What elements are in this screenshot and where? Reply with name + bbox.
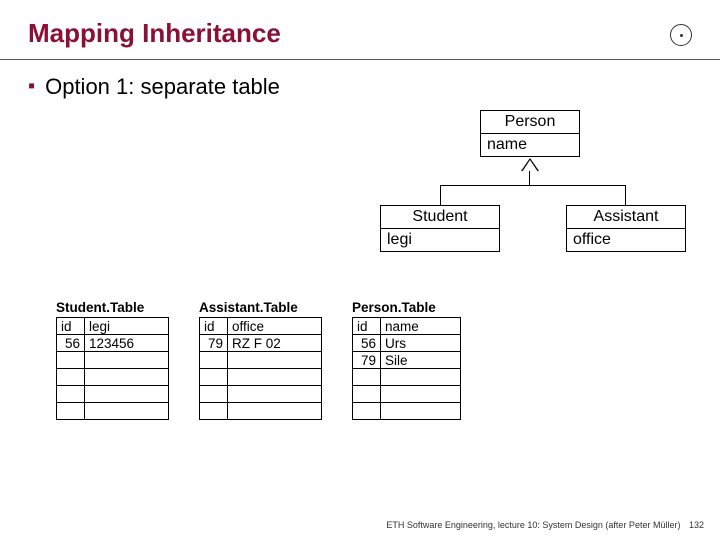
table-row — [200, 386, 322, 403]
slide-footer: ETH Software Engineering, lecture 10: Sy… — [386, 520, 704, 530]
slide-logo-icon — [670, 24, 692, 46]
uml-class-person: Person name — [480, 110, 580, 157]
table-header: name — [381, 318, 461, 335]
uml-assistant-attr: office — [567, 229, 685, 251]
student-table-grid: idlegi56123456 — [56, 317, 169, 420]
table-row: 56Urs — [353, 335, 461, 352]
person-table: Person.Table idname56Urs79Sile — [352, 300, 461, 420]
student-table-title: Student.Table — [56, 300, 169, 315]
uml-person-attr: name — [481, 134, 579, 156]
uml-connector — [625, 185, 626, 205]
uml-connector — [440, 185, 626, 186]
table-row — [200, 369, 322, 386]
table-header: id — [353, 318, 381, 335]
assistant-table-title: Assistant.Table — [199, 300, 322, 315]
bullet-text: Option 1: separate table — [45, 74, 280, 100]
table-row — [57, 386, 169, 403]
table-row — [57, 403, 169, 420]
table-row: 56123456 — [57, 335, 169, 352]
table-header: legi — [85, 318, 169, 335]
table-row: 79Sile — [353, 352, 461, 369]
table-header: office — [228, 318, 322, 335]
table-row — [57, 369, 169, 386]
bullet-option1: ▪ Option 1: separate table — [0, 74, 720, 100]
uml-student-attr: legi — [381, 229, 499, 251]
table-row — [200, 352, 322, 369]
bullet-marker-icon: ▪ — [28, 74, 35, 98]
uml-class-student: Student legi — [380, 205, 500, 252]
table-row — [353, 386, 461, 403]
table-row: 79RZ F 02 — [200, 335, 322, 352]
slide-title: Mapping Inheritance — [0, 0, 720, 60]
table-row — [200, 403, 322, 420]
uml-student-name: Student — [381, 206, 499, 229]
table-row — [353, 369, 461, 386]
uml-connector — [529, 171, 530, 185]
table-header: id — [200, 318, 228, 335]
assistant-table-grid: idoffice79RZ F 02 — [199, 317, 322, 420]
person-table-title: Person.Table — [352, 300, 461, 315]
table-header: id — [57, 318, 85, 335]
person-table-grid: idname56Urs79Sile — [352, 317, 461, 420]
footer-page: 132 — [689, 520, 704, 530]
footer-text: ETH Software Engineering, lecture 10: Sy… — [386, 520, 680, 530]
table-row — [57, 352, 169, 369]
assistant-table: Assistant.Table idoffice79RZ F 02 — [199, 300, 322, 420]
uml-class-assistant: Assistant office — [566, 205, 686, 252]
table-row — [353, 403, 461, 420]
uml-connector — [440, 185, 441, 205]
uml-person-name: Person — [481, 111, 579, 134]
student-table: Student.Table idlegi56123456 — [56, 300, 169, 420]
db-tables: Student.Table idlegi56123456 Assistant.T… — [56, 300, 690, 420]
uml-assistant-name: Assistant — [567, 206, 685, 229]
uml-diagram: Person name Student legi Assistant offic… — [380, 110, 700, 270]
